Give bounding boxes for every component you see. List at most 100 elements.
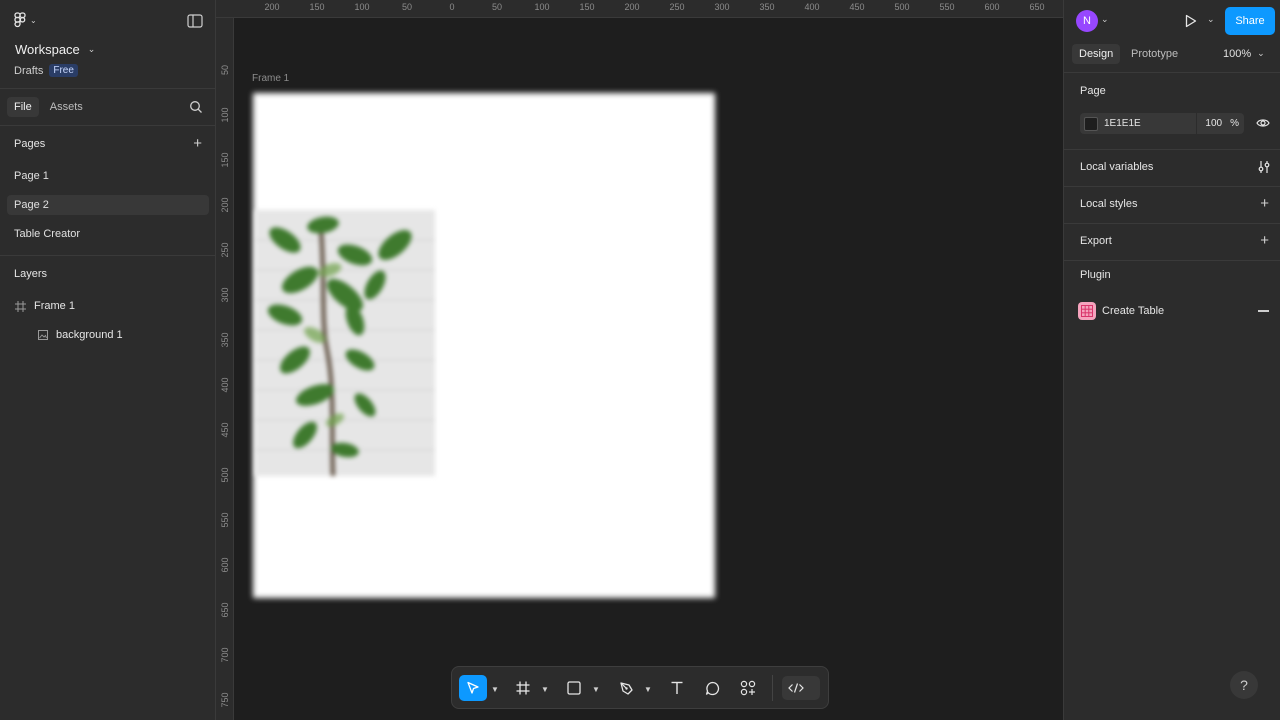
divider <box>1064 72 1280 73</box>
ruler-tick-label: 150 <box>579 2 595 12</box>
zoom-dropdown[interactable]: 100% ⌄ <box>1223 48 1265 60</box>
chevron-down-icon[interactable]: ⌄ <box>1101 14 1109 25</box>
plugin-heading: Plugin <box>1080 269 1111 281</box>
collapse-plugin-button[interactable] <box>1258 310 1269 312</box>
search-icon[interactable] <box>189 100 203 114</box>
add-export-button[interactable]: + <box>1260 233 1269 248</box>
pages-heading: Pages <box>14 138 46 150</box>
ruler-tick-label: 400 <box>220 377 230 393</box>
ruler-tick-label: 300 <box>714 2 730 12</box>
shape-tool-button[interactable] <box>561 675 587 701</box>
ruler-tick-label: 650 <box>1029 2 1045 12</box>
workspace-subtitle: Drafts Free <box>14 64 78 77</box>
divider <box>1064 149 1280 150</box>
tab-design[interactable]: Design <box>1072 44 1121 64</box>
add-local-style-button[interactable]: + <box>1260 196 1269 211</box>
background-image[interactable] <box>255 210 435 476</box>
ruler-tick-label: 100 <box>354 2 370 12</box>
ruler-tick-label: 550 <box>939 2 955 12</box>
frame-tool-button[interactable] <box>510 675 536 701</box>
image-icon <box>38 330 48 340</box>
pen-tool-button[interactable] <box>613 675 639 701</box>
chevron-down-icon[interactable]: ▼ <box>644 685 652 694</box>
chevron-down-icon[interactable]: ▼ <box>541 685 549 694</box>
ruler-top: 200 150 100 50 0 50 100 150 200 250 300 350 400 450 50… <box>216 0 1063 18</box>
layer-background-1[interactable]: background 1 <box>38 329 123 341</box>
comment-tool-button[interactable] <box>699 675 725 701</box>
ruler-tick-label: 50 <box>220 64 230 76</box>
page-opacity-field[interactable]: 100 % <box>1196 113 1244 134</box>
ruler-tick-label: 650 <box>220 602 230 618</box>
page-color-field[interactable]: 1E1E1E <box>1080 113 1210 134</box>
local-variables-label[interactable]: Local variables <box>1080 161 1153 173</box>
workspace-title: Workspace <box>15 42 80 57</box>
variables-icon[interactable] <box>1257 160 1271 174</box>
page-color-hex[interactable]: 1E1E1E <box>1104 118 1141 129</box>
divider <box>1064 186 1280 187</box>
toolbar-separator <box>772 675 773 701</box>
ruler-tick-label: 600 <box>984 2 1000 12</box>
drafts-label[interactable]: Drafts <box>14 65 43 77</box>
workspace-switcher[interactable]: Workspace ⌄ <box>15 42 95 57</box>
page-item-table-creator[interactable]: Table Creator <box>7 224 209 244</box>
ruler-tick-label: 500 <box>894 2 910 12</box>
add-page-button[interactable]: + <box>193 136 202 151</box>
layer-frame-1[interactable]: Frame 1 <box>15 300 75 312</box>
chevron-down-icon: ⌄ <box>1257 48 1265 58</box>
components-icon <box>740 680 756 696</box>
ruler-tick-label: 150 <box>220 152 230 168</box>
play-icon[interactable] <box>1185 14 1197 28</box>
tab-file[interactable]: File <box>7 97 39 117</box>
text-tool-button[interactable] <box>664 675 690 701</box>
tab-prototype[interactable]: Prototype <box>1124 44 1185 64</box>
figma-logo-icon <box>14 12 26 28</box>
move-tool-button[interactable] <box>459 675 487 701</box>
ruler-tick-label: 250 <box>220 242 230 258</box>
sidebar-toggle-icon[interactable] <box>187 14 203 28</box>
main-menu-button[interactable]: ⌄ <box>14 12 37 28</box>
ruler-tick-label: 600 <box>220 557 230 573</box>
ruler-tick-label: 500 <box>220 467 230 483</box>
ruler-tick-label: 400 <box>804 2 820 12</box>
left-tabs: File Assets <box>7 97 90 117</box>
plan-badge: Free <box>49 64 78 77</box>
right-panel: N ⌄ ⌄ Share Design Prototype 100% ⌄ Page… <box>1063 0 1280 720</box>
help-button[interactable]: ? <box>1230 671 1258 699</box>
table-icon <box>1078 302 1096 320</box>
ruler-tick-label: 350 <box>220 332 230 348</box>
page-item-page-2[interactable]: Page 2 <box>7 195 209 215</box>
chevron-down-icon: ⌄ <box>30 15 37 25</box>
chevron-down-icon: ⌄ <box>87 44 96 54</box>
ruler-tick-label: 0 <box>449 2 455 12</box>
plugin-create-table[interactable]: Create Table <box>1078 302 1164 320</box>
page-item-page-1[interactable]: Page 1 <box>7 166 209 186</box>
text-icon <box>671 681 683 694</box>
ruler-tick-label: 200 <box>220 197 230 213</box>
bottom-toolbar: ▼ ▼ ▼ ▼ <box>451 666 829 709</box>
chevron-down-icon[interactable]: ▼ <box>592 685 600 694</box>
ruler-tick-label: 750 <box>220 692 230 708</box>
layers-heading: Layers <box>14 268 48 280</box>
color-swatch[interactable] <box>1084 116 1098 131</box>
ruler-tick-label: 200 <box>264 2 280 12</box>
ruler-tick-label: 550 <box>220 512 230 528</box>
frame-label[interactable]: Frame 1 <box>252 73 289 84</box>
share-button[interactable]: Share <box>1225 7 1275 35</box>
chevron-down-icon[interactable]: ⌄ <box>1207 14 1215 25</box>
page-opacity-value[interactable]: 100 <box>1205 118 1222 129</box>
ruler-tick-label: 300 <box>220 287 230 303</box>
chevron-down-icon[interactable]: ▼ <box>491 685 499 694</box>
layer-name: background 1 <box>56 329 123 341</box>
ruler-left: 50 100 150 200 250 300 350 400 450 500 550 600 650 70… <box>216 18 234 720</box>
dev-mode-toggle[interactable] <box>782 676 820 700</box>
ruler-tick-label: 450 <box>220 422 230 438</box>
ruler-tick-label: 200 <box>624 2 640 12</box>
eye-icon[interactable] <box>1256 117 1270 129</box>
local-styles-label: Local styles <box>1080 198 1138 210</box>
tab-assets[interactable]: Assets <box>43 97 90 117</box>
pen-icon <box>619 681 633 695</box>
actions-tool-button[interactable] <box>735 675 761 701</box>
rectangle-icon <box>567 681 581 695</box>
divider <box>0 255 216 256</box>
avatar[interactable]: N <box>1076 10 1098 32</box>
